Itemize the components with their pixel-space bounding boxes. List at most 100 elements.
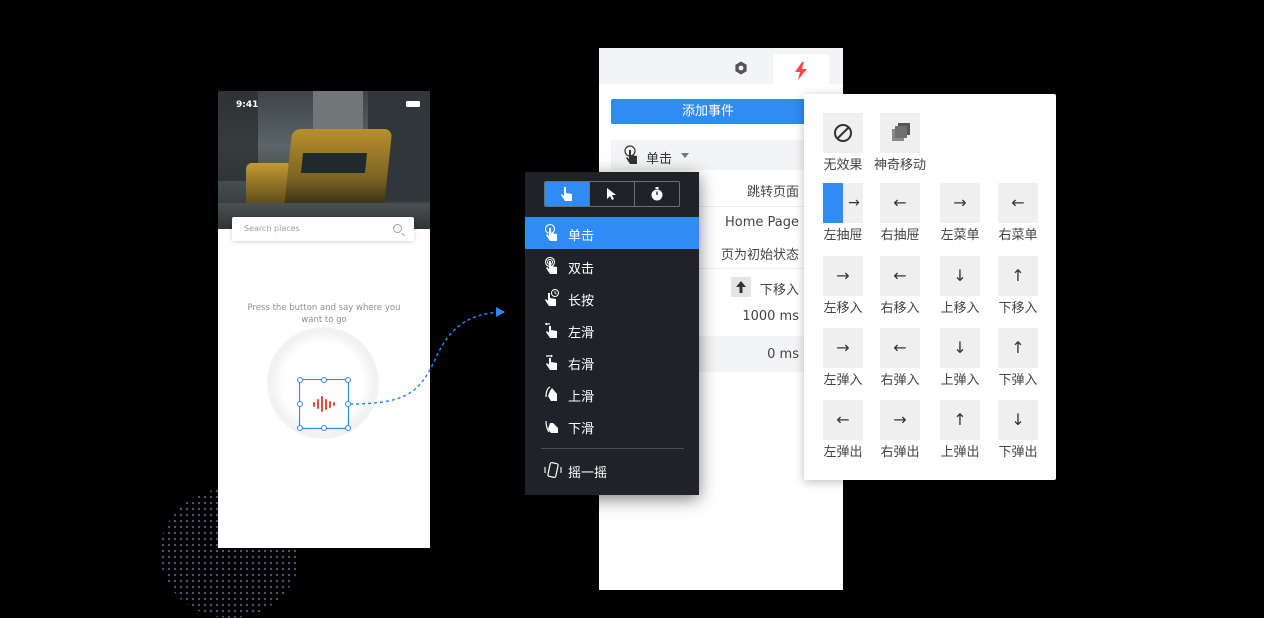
menu-item-label: 右滑 <box>568 358 595 373</box>
menu-item-swipe-left[interactable]: 左滑 <box>525 314 699 346</box>
arrow-right-icon: → <box>848 195 860 211</box>
anim-magic-move[interactable]: 神奇移动 <box>870 107 930 173</box>
trigger-label: 单击 <box>646 152 673 167</box>
segment-touch[interactable] <box>545 182 590 206</box>
anim-thumb: → <box>940 183 980 223</box>
anim-bounce-in-bottom[interactable]: ↑ 下弹入 <box>988 322 1048 388</box>
anim-thumb: ↑ <box>998 328 1038 368</box>
arrow-right-icon: → <box>836 266 850 285</box>
segment-cursor[interactable] <box>590 182 635 206</box>
anim-move-in-top[interactable]: ↓ 上移入 <box>930 250 990 316</box>
anim-label: 下弹出 <box>998 445 1038 460</box>
anim-move-in-left[interactable]: → 左移入 <box>813 250 873 316</box>
lightning-bolt-icon <box>795 62 807 80</box>
anim-label: 右抽屉 <box>880 228 920 243</box>
arrow-right-icon: → <box>953 193 967 212</box>
anim-thumb: ↓ <box>940 256 980 296</box>
transition-animation-panel: 无效果 神奇移动 → 左抽屉 ← 右抽屉 → 左菜单 ← 右菜单 → 左移入 ←… <box>804 94 1056 480</box>
arrow-up-icon <box>731 277 751 297</box>
anim-label: 左移入 <box>823 301 863 316</box>
anim-bounce-out-bottom[interactable]: ↓ 下弹出 <box>988 394 1048 460</box>
tab-interactions[interactable] <box>773 54 829 84</box>
anim-bounce-in-top[interactable]: ↓ 上弹入 <box>930 322 990 388</box>
anim-thumb: ↓ <box>998 400 1038 440</box>
link-arrow <box>349 307 505 405</box>
panel-tabs <box>599 48 843 84</box>
anim-thumb: → <box>823 183 863 223</box>
no-effect-icon <box>834 124 852 142</box>
menu-item-label: 下滑 <box>568 422 595 437</box>
magic-move-icon <box>892 123 910 141</box>
anim-thumb: ← <box>998 183 1038 223</box>
swipe-up-icon <box>545 386 557 401</box>
menu-item-swipe-up[interactable]: 上滑 <box>525 378 699 410</box>
swipe-right-icon <box>546 354 557 370</box>
menu-item-shake[interactable]: 摇一摇 <box>525 454 699 486</box>
tap-icon <box>544 224 557 241</box>
cursor-icon <box>607 188 616 200</box>
menu-item-tap[interactable]: 单击 <box>525 217 699 249</box>
anim-bounce-out-right[interactable]: → 右弹出 <box>870 394 930 460</box>
menu-item-label: 单击 <box>568 229 595 244</box>
arrow-down-icon: ↓ <box>953 266 967 285</box>
arrow-up-icon: ↑ <box>953 410 967 429</box>
menu-item-swipe-right[interactable]: 右滑 <box>525 346 699 378</box>
arrow-up-icon: ↑ <box>1011 266 1025 285</box>
menu-item-swipe-down[interactable]: 下滑 <box>525 410 699 442</box>
anim-label: 无效果 <box>823 158 863 173</box>
swipe-left-icon <box>545 322 557 338</box>
delay-value[interactable]: 0 ms <box>767 347 799 362</box>
anim-thumb: ↓ <box>940 328 980 368</box>
tram-street-photo: 9:41 <box>218 91 430 229</box>
anim-bounce-out-top[interactable]: ↑ 上弹出 <box>930 394 990 460</box>
anim-label: 神奇移动 <box>873 158 926 173</box>
anim-bounce-in-left[interactable]: → 左弹入 <box>813 322 873 388</box>
arrow-down-icon: ↓ <box>1011 410 1025 429</box>
menu-item-double-tap[interactable]: 双击 <box>525 250 699 282</box>
add-event-button[interactable]: 添加事件 <box>611 99 805 124</box>
trigger-select[interactable]: 单击 <box>611 140 805 170</box>
search-input[interactable]: Search places <box>232 217 414 241</box>
anim-no-effect[interactable]: 无效果 <box>813 107 873 173</box>
anim-bounce-in-right[interactable]: ← 右弹入 <box>870 322 930 388</box>
transition-value[interactable]: 下移入 <box>760 279 799 298</box>
anim-thumb: ↑ <box>940 400 980 440</box>
anim-right-drawer[interactable]: ← 右抽屉 <box>870 177 930 243</box>
anim-label: 右弹出 <box>880 445 920 460</box>
anim-thumb: ← <box>880 183 920 223</box>
arrow-left-icon: ← <box>836 410 850 429</box>
anim-thumb <box>823 113 863 153</box>
stopwatch-icon <box>651 187 663 201</box>
anim-label: 左菜单 <box>940 228 980 243</box>
battery-icon <box>406 101 420 107</box>
anim-right-menu[interactable]: ← 右菜单 <box>988 177 1048 243</box>
anim-label: 右弹入 <box>880 373 920 388</box>
anim-label: 右菜单 <box>998 228 1038 243</box>
anim-label: 左抽屉 <box>823 228 863 243</box>
hand-pointer-icon <box>561 187 572 201</box>
anim-thumb: → <box>823 256 863 296</box>
chevron-down-icon <box>681 153 689 158</box>
action-value[interactable]: 跳转页面 <box>747 181 799 200</box>
arrow-down-icon: ↓ <box>953 338 967 357</box>
menu-item-long-press[interactable]: 长按 <box>525 282 699 314</box>
duration-value[interactable]: 1000 ms <box>742 309 799 324</box>
segment-timer[interactable] <box>635 182 679 206</box>
anim-move-in-bottom[interactable]: ↑ 下移入 <box>988 250 1048 316</box>
trigger-menu: 单击 双击 长按 左滑 右滑 上滑 下滑 摇一摇 <box>525 172 699 495</box>
anim-left-menu[interactable]: → 左菜单 <box>930 177 990 243</box>
status-time: 9:41 <box>236 100 259 110</box>
anim-bounce-out-left[interactable]: ← 左弹出 <box>813 394 873 460</box>
shake-phone-icon <box>544 462 562 478</box>
anim-thumb: → <box>880 400 920 440</box>
menu-item-label: 摇一摇 <box>568 466 608 481</box>
hexagon-settings-icon[interactable] <box>734 61 748 75</box>
anim-left-drawer[interactable]: → 左抽屉 <box>813 177 873 243</box>
reset-option-label[interactable]: 页为初始状态 <box>721 244 799 263</box>
anim-thumb: ← <box>880 328 920 368</box>
menu-item-label: 长按 <box>568 294 595 309</box>
anim-thumb <box>880 113 920 153</box>
arrow-up-icon: ↑ <box>1011 338 1025 357</box>
target-page-value[interactable]: Home Page <box>725 215 799 230</box>
anim-move-in-right[interactable]: ← 右移入 <box>870 250 930 316</box>
